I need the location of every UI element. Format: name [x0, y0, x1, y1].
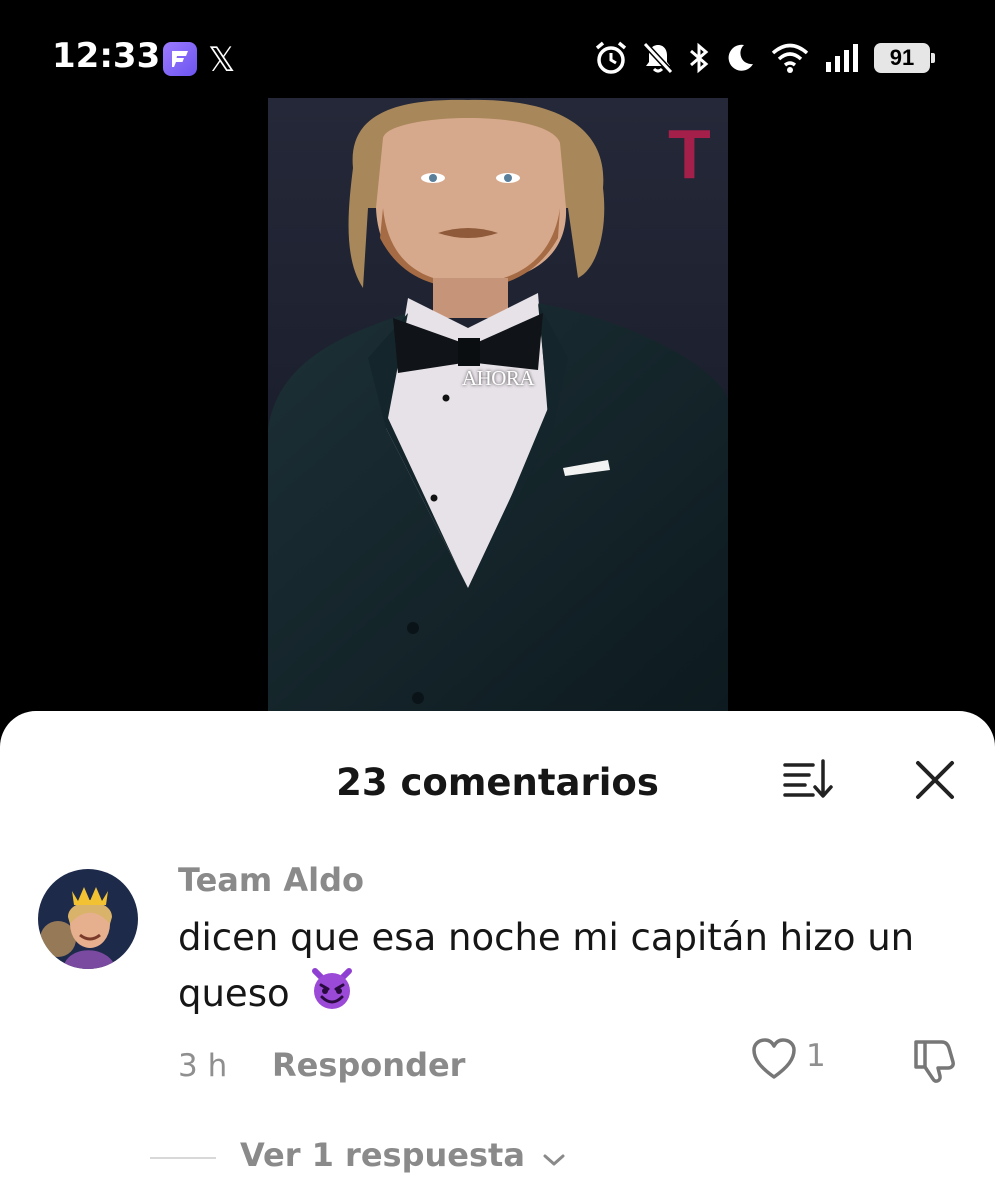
replies-divider — [150, 1157, 216, 1159]
video-frame-image: T — [268, 98, 728, 718]
video-player[interactable]: T AHORA — [268, 98, 728, 718]
signal-icon — [826, 44, 858, 72]
status-bar: 12:33 𝕏 91 — [0, 0, 995, 100]
do-not-disturb-moon-icon — [728, 44, 753, 71]
heart-icon — [752, 1038, 796, 1079]
comment-username[interactable]: Team Aldo — [178, 861, 364, 899]
wifi-icon — [771, 43, 809, 73]
alarm-icon — [595, 41, 627, 74]
comments-count-title: 23 comentarios — [336, 761, 659, 804]
like-button[interactable] — [750, 1036, 798, 1082]
clock: 12:33 — [52, 36, 161, 76]
thumbs-down-icon — [914, 1040, 955, 1083]
system-icons: 91 — [594, 38, 935, 78]
svg-text:T: T — [668, 115, 711, 193]
battery-indicator: 91 — [874, 43, 935, 73]
notifications-muted-icon — [642, 41, 674, 75]
reply-button[interactable]: Responder — [272, 1046, 465, 1084]
chevron-down-icon — [542, 1138, 566, 1176]
bluetooth-icon — [690, 42, 709, 74]
sort-comments-button[interactable] — [781, 757, 833, 801]
close-comments-button[interactable] — [912, 757, 958, 803]
comment-timestamp: 3 h — [178, 1048, 228, 1084]
f-app-icon — [163, 42, 197, 76]
x-icon: 𝕏 — [208, 40, 236, 80]
like-count: 1 — [806, 1038, 826, 1074]
sort-icon — [783, 759, 833, 798]
comment-body: dicen que esa noche mi capitán hizo un q… — [178, 916, 915, 1015]
video-overlay-caption: AHORA — [461, 366, 535, 390]
smiling-devil-emoji-icon — [309, 965, 355, 1026]
comment-text: dicen que esa noche mi capitán hizo un q… — [178, 911, 968, 1026]
close-icon — [916, 761, 954, 799]
comments-sheet: 23 comentarios Team Aldo dicen que esa n… — [0, 711, 995, 1200]
avatar-image — [38, 869, 138, 969]
view-replies-label: Ver 1 respuesta — [240, 1136, 525, 1174]
view-replies-button[interactable]: Ver 1 respuesta — [240, 1136, 566, 1176]
dislike-button[interactable] — [908, 1036, 958, 1086]
avatar[interactable] — [38, 869, 138, 969]
